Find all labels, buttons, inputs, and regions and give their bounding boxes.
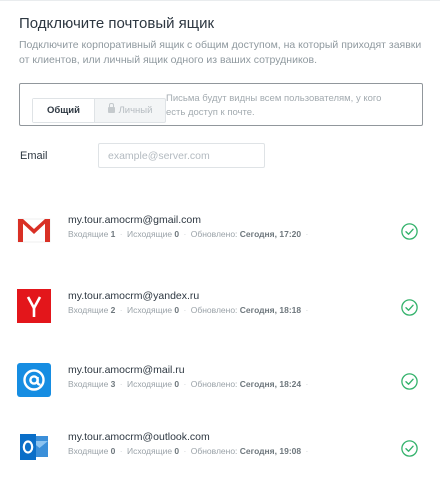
access-type-panel: Общий Личный Письма будут видны всем пол… xyxy=(19,83,423,126)
access-hint: Письма будут видны всем пользователям, у… xyxy=(166,93,382,118)
top-divider xyxy=(0,0,440,1)
access-personal-label: Личный xyxy=(118,105,153,116)
page-subtitle: Подключите корпоративный ящик с общим до… xyxy=(19,39,422,66)
mailbox-row[interactable]: my.tour.amocrm@yandex.ru Входящие 2 · Исх… xyxy=(0,289,440,339)
connected-check-icon xyxy=(401,373,418,390)
mailbox-address: my.tour.amocrm@outlook.com xyxy=(68,431,210,443)
mailru-icon xyxy=(17,363,51,397)
page-title: Подключите почтовый ящик xyxy=(19,15,215,32)
email-label: Email xyxy=(20,150,48,162)
email-input[interactable] xyxy=(98,143,265,168)
mailbox-stats: Входящие 1 · Исходящие 0 · Обновлено: Се… xyxy=(68,229,309,239)
mailbox-stats: Входящие 2 · Исходящие 0 · Обновлено: Се… xyxy=(68,305,309,315)
mailbox-row[interactable]: my.tour.amocrm@mail.ru Входящие 3 · Исход… xyxy=(0,363,440,413)
yandex-icon xyxy=(17,289,51,323)
access-personal-button[interactable]: Личный xyxy=(95,99,165,122)
mailbox-row[interactable]: my.tour.amocrm@outlook.com Входящие 0 · И… xyxy=(0,430,440,480)
access-type-switch: Общий Личный xyxy=(32,98,166,123)
connected-check-icon xyxy=(401,223,418,240)
mailbox-stats: Входящие 0 · Исходящие 0 · Обновлено: Се… xyxy=(68,446,309,456)
mailbox-address: my.tour.amocrm@gmail.com xyxy=(68,214,201,226)
mailbox-stats: Входящие 3 · Исходящие 0 · Обновлено: Се… xyxy=(68,379,309,389)
access-general-button[interactable]: Общий xyxy=(33,99,95,122)
lock-icon xyxy=(107,103,115,113)
gmail-icon xyxy=(17,213,51,247)
outlook-icon xyxy=(17,430,51,464)
mailbox-address: my.tour.amocrm@mail.ru xyxy=(68,364,185,376)
connected-check-icon xyxy=(401,440,418,457)
mailbox-row[interactable]: my.tour.amocrm@gmail.com Входящие 1 · Исх… xyxy=(0,213,440,263)
mailbox-address: my.tour.amocrm@yandex.ru xyxy=(68,290,200,302)
connected-check-icon xyxy=(401,299,418,316)
